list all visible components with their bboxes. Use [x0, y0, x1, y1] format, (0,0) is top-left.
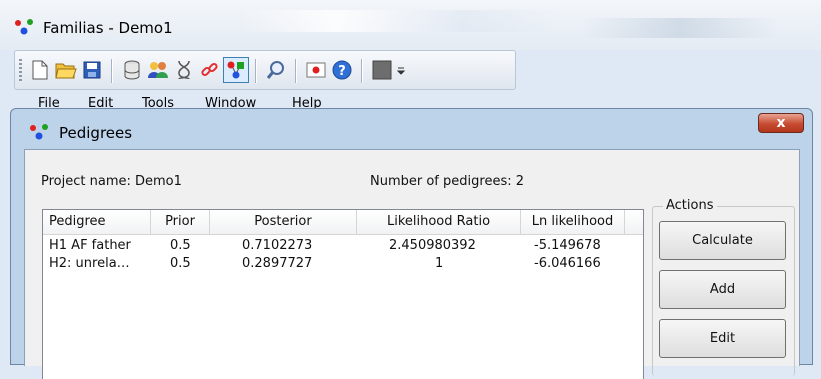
record-button[interactable]	[303, 57, 329, 83]
color-icon	[372, 60, 392, 80]
table-row[interactable]: H1 AF father 0.5 0.7102273 2.450980392 -…	[43, 237, 643, 255]
edit-button[interactable]: Edit	[659, 319, 786, 358]
app-title: Familias - Demo1	[43, 19, 173, 37]
table-row[interactable]: H2: unrela… 0.5 0.2897727 1 -6.046166	[43, 255, 643, 273]
column-header-ln-likelihood[interactable]: Ln likelihood	[521, 210, 625, 234]
toolbar-overflow-button[interactable]	[395, 57, 407, 83]
persons-icon	[148, 62, 168, 78]
blurred-background	[240, 10, 560, 32]
toolbar-separator	[361, 59, 363, 83]
chevron-down-icon	[397, 67, 405, 75]
familias-logo-icon	[15, 19, 33, 35]
toolbar-separator	[255, 59, 257, 83]
open-button[interactable]	[53, 57, 79, 83]
dna-button[interactable]	[171, 57, 197, 83]
cell-prior: 0.5	[170, 256, 191, 271]
save-icon	[83, 61, 101, 79]
help-icon: ?	[332, 60, 352, 80]
actions-group: Actions Calculate Add Edit	[652, 198, 795, 376]
pedigree-count-label: Number of pedigrees: 2	[370, 174, 524, 189]
column-header-posterior[interactable]: Posterior	[210, 210, 357, 234]
table-header: Pedigree Prior Posterior Likelihood Rati…	[43, 210, 643, 235]
search-button[interactable]	[263, 57, 289, 83]
pedigrees-dialog: Pedigrees x Project name: Demo1 Number o…	[10, 108, 813, 379]
cell-pedigree: H2: unrela…	[49, 256, 130, 271]
dialog-title: Pedigrees	[59, 124, 133, 142]
pedigree-table[interactable]: Pedigree Prior Posterior Likelihood Rati…	[42, 209, 644, 379]
blurred-background	[580, 18, 780, 38]
cell-ln-likelihood: -5.149678	[534, 238, 601, 253]
pedigree-button[interactable]	[223, 57, 249, 83]
calculate-button[interactable]: Calculate	[659, 221, 786, 260]
pedigree-icon	[227, 61, 244, 79]
cell-prior: 0.5	[170, 238, 191, 253]
column-header-likelihood-ratio[interactable]: Likelihood Ratio	[357, 210, 521, 234]
database-icon	[124, 60, 140, 80]
dna-icon	[178, 60, 190, 80]
add-button[interactable]: Add	[659, 270, 786, 309]
column-header-prior[interactable]: Prior	[151, 210, 210, 234]
toolbar-grip[interactable]	[19, 59, 22, 83]
close-icon: x	[776, 115, 786, 131]
link-button[interactable]	[197, 57, 223, 83]
database-button[interactable]	[119, 57, 145, 83]
new-file-button[interactable]	[27, 57, 53, 83]
color-button[interactable]	[369, 57, 395, 83]
help-button[interactable]: ?	[329, 57, 355, 83]
app-titlebar: Familias - Demo1	[0, 0, 821, 50]
svg-text:?: ?	[338, 64, 346, 79]
new-file-icon	[32, 60, 48, 80]
save-button[interactable]	[79, 57, 105, 83]
cell-posterior: 0.7102273	[242, 238, 313, 253]
search-icon	[266, 61, 284, 79]
persons-button[interactable]	[145, 57, 171, 83]
project-name-label: Project name: Demo1	[41, 174, 182, 189]
open-folder-icon	[55, 63, 77, 79]
actions-legend: Actions	[663, 198, 717, 213]
main-toolbar: ?	[14, 50, 516, 90]
toolbar-separator	[111, 59, 113, 83]
close-button[interactable]: x	[758, 113, 804, 133]
familias-logo-icon	[30, 124, 48, 140]
column-header-pedigree[interactable]: Pedigree	[43, 210, 151, 234]
toolbar-separator	[295, 59, 297, 83]
dialog-client-area: Project name: Demo1 Number of pedigrees:…	[24, 149, 800, 379]
cell-pedigree: H1 AF father	[49, 238, 131, 253]
cell-ln-likelihood: -6.046166	[534, 256, 601, 271]
link-icon	[201, 62, 218, 77]
record-icon	[306, 62, 326, 78]
cell-likelihood-ratio: 1	[435, 256, 444, 271]
cell-likelihood-ratio: 2.450980392	[389, 238, 476, 253]
cell-posterior: 0.2897727	[242, 256, 313, 271]
